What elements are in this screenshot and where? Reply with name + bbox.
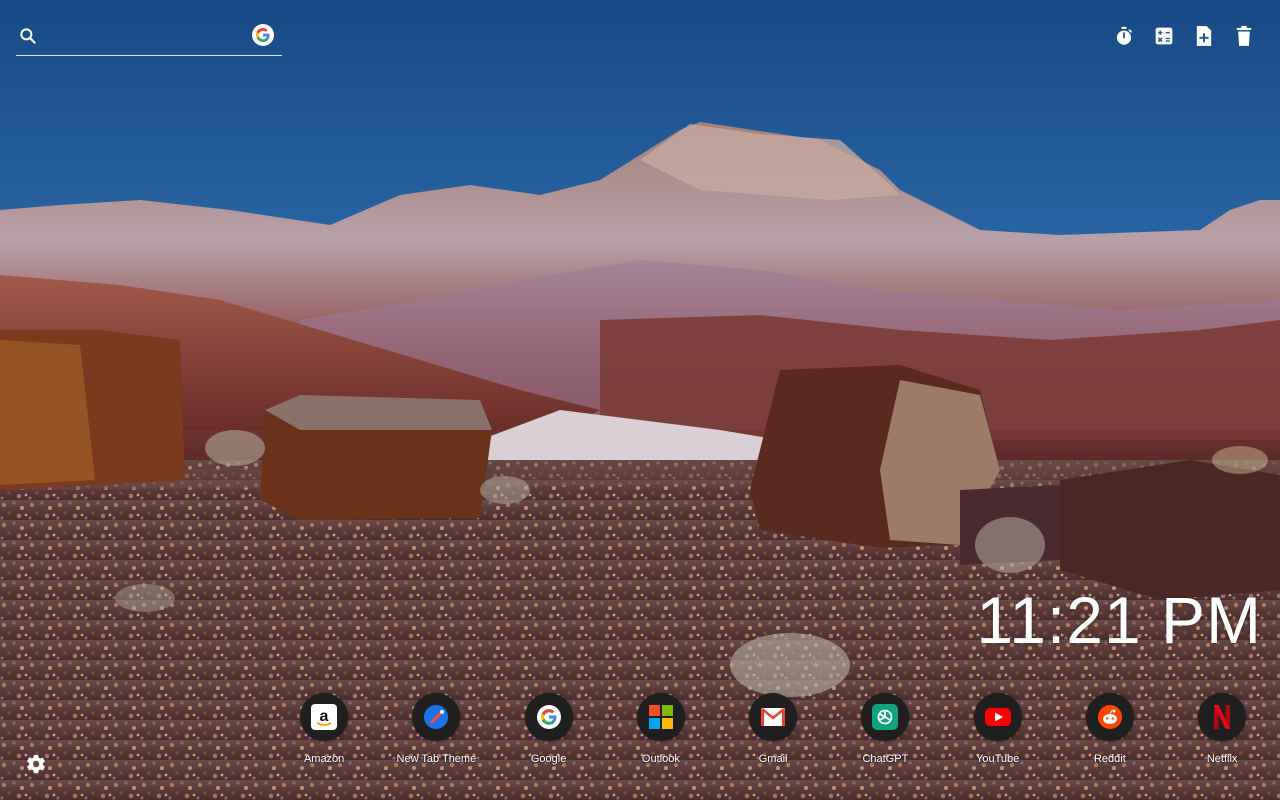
gear-icon[interactable] — [25, 753, 47, 775]
top-toolbar — [1112, 24, 1256, 48]
google-icon — [524, 693, 573, 741]
shortcut-label: Gmail — [758, 753, 788, 765]
youtube-icon — [973, 693, 1022, 741]
clock-time: 11:21 PM — [976, 583, 1262, 657]
shortcut-outlook[interactable]: Outlook — [605, 693, 717, 765]
shortcut-gmail[interactable]: Gmail — [717, 693, 829, 765]
add-note-icon[interactable] — [1192, 24, 1216, 48]
shortcut-label: ChatGPT — [862, 753, 909, 765]
reddit-icon — [1085, 693, 1134, 741]
google-icon[interactable] — [252, 24, 274, 46]
search-bar — [16, 20, 282, 56]
shortcut-chatgpt[interactable]: ChatGPT — [829, 693, 941, 765]
shortcut-label: YouTube — [976, 753, 1020, 765]
calculator-icon[interactable] — [1152, 24, 1176, 48]
new-tab-theme-icon — [412, 693, 461, 741]
shortcut-label: Google — [530, 753, 567, 765]
shortcut-netflix[interactable]: Netflix — [1166, 693, 1278, 765]
microsoft-icon — [636, 693, 685, 741]
gmail-icon — [749, 693, 798, 741]
shortcut-google[interactable]: Google — [493, 693, 605, 765]
shortcut-amazon[interactable]: a Amazon — [268, 693, 380, 765]
search-icon[interactable] — [18, 26, 38, 46]
shortcut-new-tab-theme[interactable]: New Tab Theme — [380, 693, 492, 765]
chatgpt-icon — [861, 693, 910, 741]
shortcut-label: Outlook — [641, 753, 680, 765]
timer-icon[interactable] — [1112, 24, 1136, 48]
shortcut-label: New Tab Theme — [396, 753, 477, 765]
shortcut-label: Reddit — [1093, 753, 1126, 765]
netflix-icon — [1198, 693, 1247, 741]
trash-icon[interactable] — [1232, 24, 1256, 48]
amazon-icon: a — [300, 693, 349, 741]
shortcut-youtube[interactable]: YouTube — [942, 693, 1054, 765]
search-input[interactable] — [50, 24, 254, 50]
shortcut-reddit[interactable]: Reddit — [1054, 693, 1166, 765]
shortcut-label: Netflix — [1206, 753, 1238, 765]
background-wallpaper — [0, 0, 1280, 800]
shortcut-bar: a Amazon New Tab Theme Google Outlook Gm… — [268, 693, 1278, 765]
shortcut-label: Amazon — [303, 753, 345, 765]
svg-text:a: a — [320, 708, 329, 725]
